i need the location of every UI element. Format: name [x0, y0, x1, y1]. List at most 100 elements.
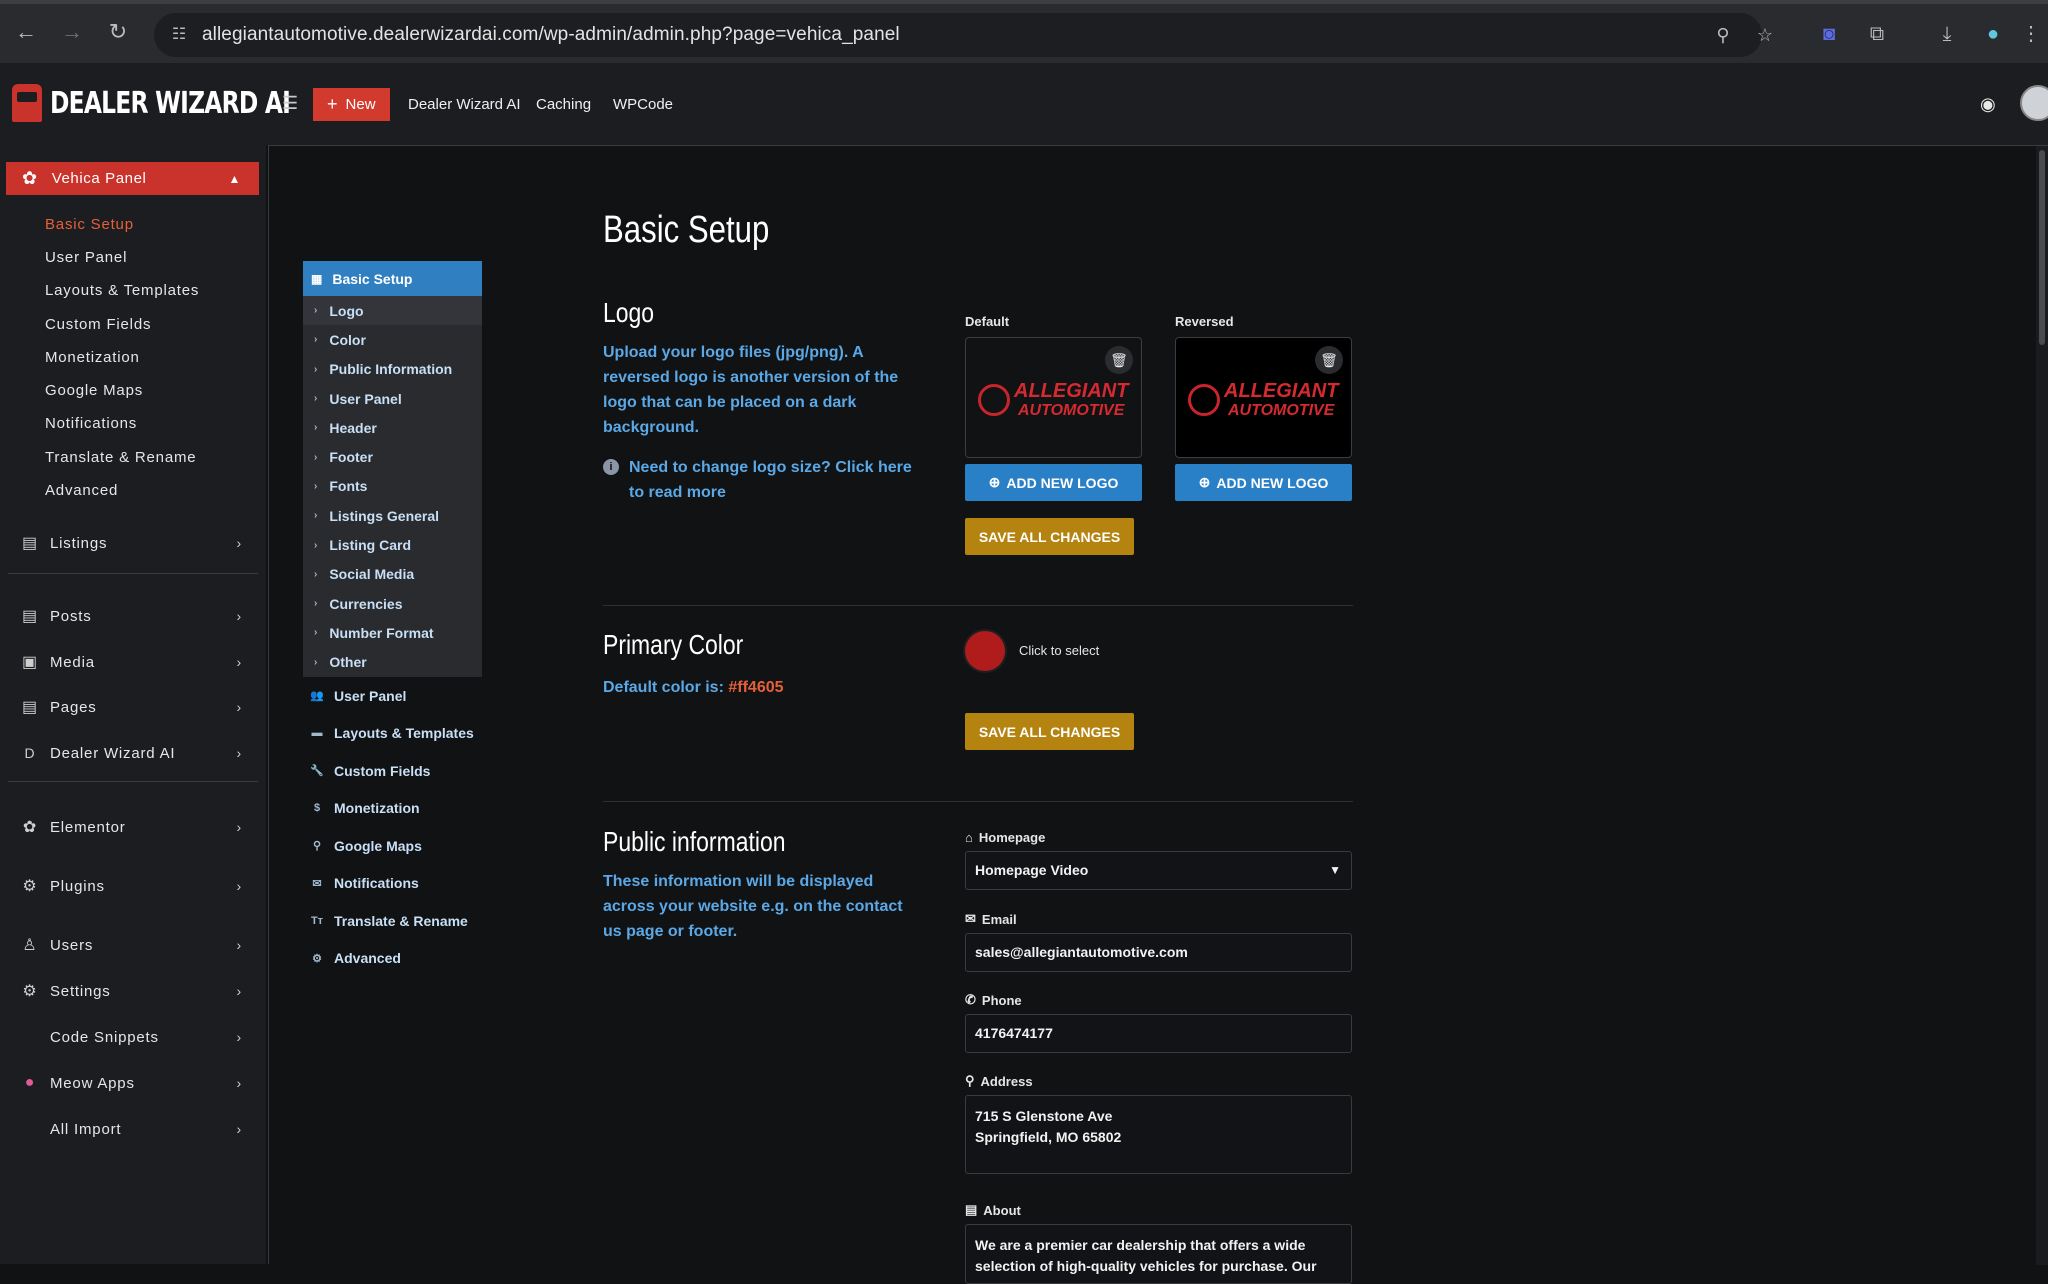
add-new-logo-reversed-button[interactable]: ⊕ ADD NEW LOGO: [1175, 464, 1352, 501]
default-logo-preview: 🗑 ALLEGIANT AUTOMOTIVE: [965, 337, 1142, 458]
sidebar-item-listings[interactable]: ▤ Listings ›: [18, 531, 248, 555]
sidebar-sub-custom-fields[interactable]: Custom Fields: [45, 316, 151, 333]
sidebar-sub-layouts[interactable]: Layouts & Templates: [45, 282, 199, 299]
save-all-changes-button[interactable]: SAVE ALL CHANGES: [965, 518, 1134, 555]
homepage-select[interactable]: Homepage Video ▼: [965, 851, 1352, 890]
pages-label: Pages: [50, 698, 97, 716]
nav-sub-social-media[interactable]: › Social Media: [303, 560, 482, 589]
nav-sub-label: Other: [329, 654, 367, 671]
nav-layouts-templates[interactable]: ▬ Layouts & Templates: [303, 714, 482, 752]
nav-sub-footer[interactable]: › Footer: [303, 442, 482, 471]
save-all-changes-button[interactable]: SAVE ALL CHANGES: [965, 713, 1134, 750]
sidebar-item-media[interactable]: ▣ Media ›: [18, 650, 248, 674]
reload-icon[interactable]: ↻: [104, 18, 132, 46]
nav-main-label: Advanced: [334, 950, 401, 967]
sidebar-item-pages[interactable]: ▤ Pages ›: [18, 695, 248, 719]
nav-sub-public-information[interactable]: › Public Information: [303, 355, 482, 384]
sidebar-item-all-import[interactable]: All Import ›: [18, 1117, 248, 1141]
nav-translate-rename[interactable]: Tт Translate & Rename: [303, 902, 482, 940]
sidebar-item-meow-apps[interactable]: ● Meow Apps ›: [18, 1071, 248, 1095]
nav-sub-label: Listings General: [329, 507, 440, 524]
sidebar-sub-translate[interactable]: Translate & Rename: [45, 449, 196, 466]
sidebar-sub-notifications[interactable]: Notifications: [45, 415, 137, 432]
nav-advanced[interactable]: ⚙ Advanced: [303, 939, 482, 977]
sidebar-item-vehica-panel[interactable]: ✿ Vehica Panel ▲: [6, 162, 259, 195]
nav-main-label: Google Maps: [334, 837, 422, 854]
sidebar-sub-google-maps[interactable]: Google Maps: [45, 382, 143, 399]
new-button[interactable]: + New: [313, 88, 390, 121]
more-icon[interactable]: ⋮: [2016, 19, 2046, 49]
nav-sub-user-panel[interactable]: › User Panel: [303, 384, 482, 413]
sidebar-item-settings[interactable]: ⚙ Settings ›: [18, 979, 248, 1003]
profile-icon[interactable]: ●: [1978, 19, 2008, 49]
color-swatch[interactable]: [965, 631, 1005, 671]
browser-toolbar: ← → ↻ ☷ allegiantautomotive.dealerwizard…: [0, 0, 2048, 63]
logo-heading: Logo: [603, 297, 655, 328]
nav-custom-fields[interactable]: 🔧 Custom Fields: [303, 752, 482, 790]
address-bar[interactable]: ☷ allegiantautomotive.dealerwizardai.com…: [154, 13, 1773, 57]
nav-sub-color[interactable]: › Color: [303, 325, 482, 354]
logo-size-help-link[interactable]: i Need to change logo size? Click here t…: [603, 455, 923, 505]
avatar[interactable]: [2020, 85, 2048, 121]
nav-sub-fonts[interactable]: › Fonts: [303, 472, 482, 501]
download-icon[interactable]: ⤓: [1932, 19, 1962, 49]
plus-circle-icon: ⊕: [1198, 474, 1211, 490]
topmenu-wpcode[interactable]: WPCode: [613, 96, 673, 113]
sidebar-item-users[interactable]: ♙ Users ›: [18, 933, 248, 957]
nav-notifications[interactable]: ✉ Notifications: [303, 864, 482, 902]
nav-basic-setup[interactable]: ▦ Basic Setup: [303, 261, 482, 296]
email-field[interactable]: sales@allegiantautomotive.com: [965, 933, 1352, 972]
nav-user-panel[interactable]: 👥 User Panel: [303, 677, 482, 715]
back-icon[interactable]: ←: [12, 18, 40, 46]
meow-apps-label: Meow Apps: [50, 1074, 135, 1092]
sidebar-sub-user-panel[interactable]: User Panel: [45, 249, 127, 266]
trash-icon[interactable]: 🗑: [1105, 346, 1133, 374]
sidebar-item-dealer-wizard[interactable]: D Dealer Wizard AI ›: [18, 741, 248, 765]
sidebar-item-posts[interactable]: ▤ Posts ›: [18, 604, 248, 628]
about-textarea[interactable]: We are a premier car dealership that off…: [965, 1224, 1352, 1284]
sidebar-sub-advanced[interactable]: Advanced: [45, 482, 118, 499]
zoom-icon[interactable]: ⚲: [1712, 24, 1734, 46]
chevron-right-icon: ›: [314, 568, 318, 580]
forward-icon[interactable]: →: [58, 18, 86, 46]
listings-icon: ▤: [22, 535, 38, 552]
about-label-text: About: [983, 1202, 1021, 1218]
topmenu-caching[interactable]: Caching: [536, 96, 591, 113]
add-new-logo-label: ADD NEW LOGO: [1006, 474, 1119, 491]
users-icon: 👥: [310, 690, 324, 703]
nav-sub-header[interactable]: › Header: [303, 413, 482, 442]
scrollbar[interactable]: [2036, 146, 2048, 1265]
nav-google-maps[interactable]: ⚲ Google Maps: [303, 827, 482, 865]
address-textarea[interactable]: 715 S Glenstone Ave Springfield, MO 6580…: [965, 1095, 1352, 1174]
sidebar-item-code-snippets[interactable]: Code Snippets ›: [18, 1025, 248, 1049]
add-new-logo-default-button[interactable]: ⊕ ADD NEW LOGO: [965, 464, 1142, 501]
sidebar-sub-basic-setup[interactable]: Basic Setup: [45, 216, 134, 233]
preview-eye-icon[interactable]: ◉: [1980, 94, 1996, 115]
site-settings-icon[interactable]: ☷: [168, 24, 190, 46]
nav-sub-currencies[interactable]: › Currencies: [303, 589, 482, 618]
nav-sub-number-format[interactable]: › Number Format: [303, 618, 482, 647]
cog-icon: ⚙: [312, 952, 322, 965]
topmenu-dealer-wizard[interactable]: Dealer Wizard AI: [408, 96, 521, 113]
nav-sub-logo[interactable]: › Logo: [303, 296, 482, 326]
puzzle-icon[interactable]: ⧉: [1862, 19, 1892, 49]
phone-label: ✆ Phone: [965, 992, 1022, 1008]
menu-divider: [8, 573, 258, 574]
help-link-text[interactable]: Need to change logo size? Click here to …: [629, 459, 912, 501]
sidebar-item-elementor[interactable]: ✿ Elementor ›: [18, 815, 248, 839]
bookmark-star-icon[interactable]: ☆: [1754, 24, 1776, 46]
click-to-select-label[interactable]: Click to select: [1019, 643, 1099, 658]
nav-sub-listings-general[interactable]: › Listings General: [303, 501, 482, 530]
collapse-menu-icon[interactable]: ☰: [282, 93, 298, 114]
nav-sub-other[interactable]: › Other: [303, 648, 482, 677]
nav-sub-listing-card[interactable]: › Listing Card: [303, 530, 482, 559]
url-text[interactable]: allegiantautomotive.dealerwizardai.com/w…: [202, 24, 900, 46]
nav-monetization[interactable]: $ Monetization: [303, 789, 482, 827]
phone-field[interactable]: 4176474177: [965, 1014, 1352, 1053]
sidebar-sub-monetization[interactable]: Monetization: [45, 349, 140, 366]
sidebar-item-plugins[interactable]: ⚙ Plugins ›: [18, 874, 248, 898]
scrollbar-thumb[interactable]: [2039, 150, 2045, 345]
trash-icon[interactable]: 🗑: [1315, 346, 1343, 374]
site-logo[interactable]: DEALER WIZARD AI: [12, 81, 358, 125]
extension-icon[interactable]: ◙: [1814, 19, 1844, 49]
